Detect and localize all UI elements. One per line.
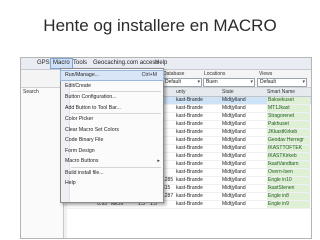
row-state: Midtjylland <box>222 129 246 135</box>
row-smart-name: Engle in10 <box>267 177 310 184</box>
menu-item-clear-macro-set-colors[interactable]: Clear Macro Set Colors <box>61 126 163 135</box>
row-state: Midtjylland <box>222 201 246 207</box>
menu-separator <box>71 166 161 168</box>
menu-item-macro-buttons[interactable]: Macro Buttons ▸ <box>61 157 163 166</box>
row-smart-name: MT1Jkast <box>267 105 310 112</box>
menu-item-label: Edit/Create <box>65 82 91 89</box>
header-smart-name[interactable]: Smart Name <box>267 89 295 95</box>
search-panel: Search <box>21 88 64 238</box>
row-county: kast-Brande <box>176 145 203 151</box>
row-county: kast-Brande <box>176 177 203 183</box>
menu-separator <box>71 113 161 114</box>
row-county: kast-Brande <box>176 97 203 103</box>
row-state: Midtjylland <box>222 97 246 103</box>
row-state: Midtjylland <box>222 153 246 159</box>
row-county: kast-Brande <box>176 153 203 159</box>
menu-item-label: Clear Macro Set Colors <box>65 126 119 133</box>
header-state[interactable]: State <box>222 89 234 95</box>
slide-title: Hente og installere en MACRO <box>43 16 277 35</box>
row-state: Midtjylland <box>222 177 246 183</box>
row-smart-name: Stragorenet <box>267 113 310 120</box>
row-county: kast-Brande <box>176 201 203 207</box>
row-smart-name: Pakhuset <box>267 121 310 128</box>
database-select[interactable]: Default <box>162 78 202 87</box>
menu-item-label: Color Picker <box>65 116 94 122</box>
menu-item-button-configuration[interactable]: Button Configuration... <box>61 93 163 102</box>
menu-item-help[interactable]: Help <box>61 179 163 188</box>
menu-item-label: Help <box>65 180 76 186</box>
menu-item-run-manage[interactable]: Run/Manage... Ctrl+M <box>60 70 164 81</box>
menu-item-label: Button Configuration... <box>65 94 117 100</box>
row-smart-name: IKASTKirkeb <box>267 153 310 160</box>
row-smart-name: Geodav Herregr <box>267 137 310 144</box>
row-smart-name: JKkastKirkeb <box>267 129 310 136</box>
row-county: kast-Brande <box>176 113 203 119</box>
row-state: Midtjylland <box>222 185 246 191</box>
row-state: Midtjylland <box>222 105 246 111</box>
row-smart-name: Engle in8 <box>267 193 310 200</box>
locations-label: Locations <box>204 71 226 77</box>
row-smart-name: Baksekuset <box>267 97 310 104</box>
row-state: Midtjylland <box>222 169 246 175</box>
menu-item-add-button-to-toolbar[interactable]: Add Button to Tool Bar... <box>61 104 163 113</box>
row-county: kast-Brande <box>176 105 203 111</box>
row-state: Midtjylland <box>222 145 246 151</box>
row-state: Midtjylland <box>222 137 246 143</box>
row-county: kast-Brande <box>176 121 203 127</box>
views-select[interactable]: Default <box>257 78 307 87</box>
search-label: Search <box>23 89 39 95</box>
row-county: kast-Brande <box>176 129 203 135</box>
row-county: kast-Brande <box>176 161 203 167</box>
menu-item-label: Macro Buttons <box>65 158 99 164</box>
row-smart-name: IkastVandtarn <box>267 161 310 168</box>
row-county: kast-Brande <box>176 137 203 143</box>
macro-menu: Run/Manage... Ctrl+M Edit/Create Button Con… <box>60 68 164 203</box>
menu-item-color-picker[interactable]: Color Picker <box>61 115 163 124</box>
menu-item-form-design[interactable]: Form Design <box>61 147 163 156</box>
locations-select[interactable]: Buen <box>203 78 255 87</box>
row-county: kast-Brande <box>176 185 203 191</box>
menu-item-label: Add Button to Tool Bar... <box>65 104 121 111</box>
row-state: Midtjylland <box>222 113 246 119</box>
menu-item-build-install-file[interactable]: Build install file... <box>61 169 163 178</box>
views-label: Views <box>259 71 273 77</box>
row-state: Midtjylland <box>222 121 246 127</box>
row-state: Midtjylland <box>222 161 246 167</box>
menu-item-label: Form Design <box>65 147 95 154</box>
menu-item-code-binary-file[interactable]: Code Binary File <box>61 136 163 145</box>
menu-item-edit-create[interactable]: Edit/Create <box>61 82 163 91</box>
menu-item-label: Build install file... <box>65 169 104 176</box>
menu-item-label: Run/Manage... <box>65 72 100 78</box>
row-smart-name: Engle in9 <box>267 201 310 208</box>
row-state: Midtjylland <box>222 193 246 199</box>
submenu-arrow-icon: ▸ <box>157 158 160 164</box>
menu-separator <box>71 91 161 92</box>
header-county[interactable]: unty <box>176 89 185 95</box>
row-smart-name: IkastStenen <box>267 185 310 192</box>
row-county: kast-Brande <box>176 193 203 199</box>
row-smart-name: Overn-Isen <box>267 169 310 176</box>
database-label: Database <box>163 71 185 77</box>
row-smart-name: IKASTTOFTEK <box>267 145 310 152</box>
menu-item-label: Code Binary File <box>65 137 104 143</box>
menu-item-shortcut: Ctrl+M <box>141 72 157 78</box>
row-county: kast-Brande <box>176 169 203 175</box>
